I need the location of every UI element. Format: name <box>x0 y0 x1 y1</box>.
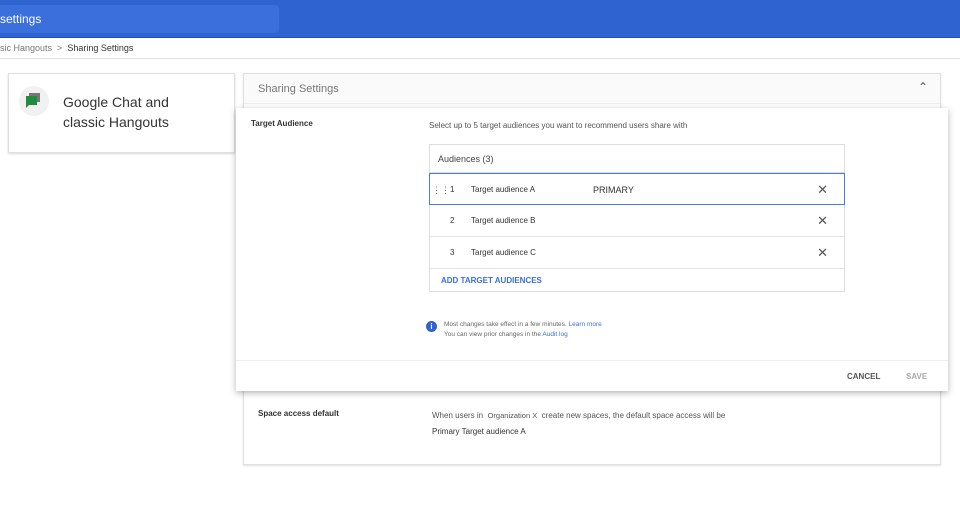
search-input[interactable]: settings <box>0 5 279 33</box>
chevron-up-icon[interactable]: ⌃ <box>918 80 928 94</box>
target-audience-description: Select up to 5 target audiences you want… <box>429 121 688 130</box>
top-bar: settings <box>0 0 960 38</box>
primary-badge: PRIMARY <box>593 185 634 195</box>
save-button[interactable]: SAVE <box>906 372 927 381</box>
remove-icon[interactable]: ✕ <box>817 237 828 269</box>
space-access-value: Primary Target audience A <box>432 427 526 436</box>
remove-icon[interactable]: ✕ <box>817 205 828 237</box>
dialog-footer: CANCEL SAVE <box>236 360 948 391</box>
google-chat-icon <box>19 86 49 116</box>
audience-row[interactable]: 3 Target audience C ✕ <box>430 237 844 269</box>
app-card: Google Chat and classic Hangouts <box>8 73 235 153</box>
audience-name: Target audience C <box>471 248 536 257</box>
space-access-label: Space access default <box>258 409 339 418</box>
space-access-description: When users in Organization X create new … <box>432 411 726 420</box>
panel-header[interactable]: Sharing Settings <box>244 74 940 104</box>
target-audience-label: Target Audience <box>251 119 313 128</box>
breadcrumb-separator: > <box>54 43 65 53</box>
audience-row[interactable]: 2 Target audience B ✕ <box>430 205 844 237</box>
audience-number: 1 <box>450 185 455 194</box>
audiences-header: Audiences (3) <box>430 145 844 173</box>
panel-title: Sharing Settings <box>258 83 339 95</box>
audience-number: 3 <box>450 248 455 257</box>
audience-name: Target audience B <box>471 216 536 225</box>
breadcrumb-current: Sharing Settings <box>67 43 134 53</box>
info-note: Most changes take effect in a few minute… <box>444 321 602 338</box>
remove-icon[interactable]: ✕ <box>817 174 828 206</box>
info-icon: i <box>426 321 437 332</box>
org-name: Organization X <box>487 411 538 420</box>
drag-handle-icon[interactable]: ⋮⋮ <box>432 174 450 206</box>
breadcrumb-parent[interactable]: sic Hangouts <box>0 43 52 53</box>
audience-number: 2 <box>450 216 455 225</box>
breadcrumb: sic Hangouts > Sharing Settings <box>0 39 960 59</box>
audit-log-link[interactable]: Audit log <box>542 331 567 338</box>
cancel-button[interactable]: CANCEL <box>847 372 880 381</box>
audiences-list: Audiences (3) ⋮⋮ 1 Target audience A PRI… <box>429 144 845 292</box>
target-audience-dialog: Target Audience Select up to 5 target au… <box>236 108 948 391</box>
add-target-audiences-button[interactable]: ADD TARGET AUDIENCES <box>430 269 844 285</box>
app-name: Google Chat and classic Hangouts <box>63 94 169 130</box>
learn-more-link[interactable]: Learn more <box>569 321 602 328</box>
audience-name: Target audience A <box>471 185 536 194</box>
audience-row[interactable]: ⋮⋮ 1 Target audience A PRIMARY ✕ <box>429 173 845 205</box>
